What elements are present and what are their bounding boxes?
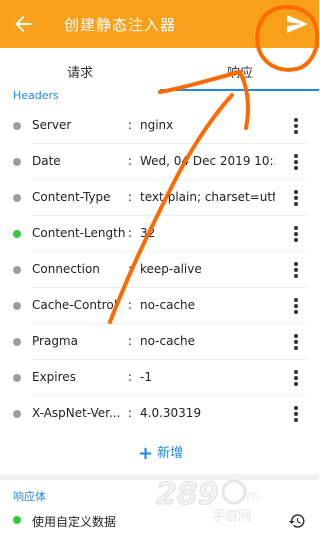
status-dot	[13, 266, 21, 274]
header-name: Server	[32, 118, 72, 132]
body-section-label: 响应体	[13, 490, 46, 503]
tab-indicator	[160, 89, 319, 91]
header-name: Cache-Control	[32, 298, 118, 312]
header-separator: :	[128, 118, 133, 132]
more-vert-icon[interactable]	[290, 225, 302, 243]
more-vert-icon[interactable]	[290, 153, 302, 171]
status-dot	[13, 230, 21, 238]
header-name: Expires	[32, 370, 76, 384]
more-vert-icon[interactable]	[290, 117, 302, 135]
tab-request[interactable]: 请求	[0, 62, 160, 81]
status-dot	[13, 374, 21, 382]
header-value: Wed, 04 Dec 2019 10:3...	[140, 154, 275, 168]
header-row[interactable]: Server : nginx	[0, 108, 319, 144]
header-name: Date	[32, 154, 61, 168]
tab-bar: 请求 响应	[0, 48, 319, 92]
header-separator: :	[128, 406, 133, 420]
restore-icon[interactable]	[288, 512, 306, 530]
status-dot	[13, 122, 21, 130]
more-vert-icon[interactable]	[290, 261, 302, 279]
send-icon[interactable]	[285, 12, 309, 36]
header-name: Pragma	[32, 334, 78, 348]
header-row[interactable]: Content-Type : text/plain; charset=utf-8	[0, 180, 319, 216]
header-value: 4.0.30319	[140, 406, 202, 420]
header-name: Content-Length	[32, 226, 126, 240]
header-separator: :	[128, 298, 133, 312]
header-row[interactable]: Cache-Control : no-cache	[0, 288, 319, 324]
header-value: no-cache	[140, 298, 196, 312]
header-row[interactable]: Connection : keep-alive	[0, 252, 319, 288]
header-name: Connection	[32, 262, 100, 276]
app-bar: 创建静态注入器	[0, 0, 319, 48]
plus-icon: +	[138, 443, 154, 464]
more-vert-icon[interactable]	[290, 405, 302, 423]
header-row[interactable]: Date : Wed, 04 Dec 2019 10:3...	[0, 144, 319, 180]
header-separator: :	[128, 370, 133, 384]
header-name: Content-Type	[32, 190, 111, 204]
more-vert-icon[interactable]	[290, 369, 302, 387]
header-separator: :	[128, 334, 133, 348]
more-vert-icon[interactable]	[290, 333, 302, 351]
header-separator: :	[128, 190, 133, 204]
body-option-row[interactable]: 使用自定义数据	[0, 508, 319, 534]
status-dot	[13, 516, 21, 524]
status-dot	[13, 194, 21, 202]
more-vert-icon[interactable]	[290, 297, 302, 315]
back-arrow-icon[interactable]	[10, 12, 36, 36]
header-row[interactable]: X-AspNet-Ver... : 4.0.30319	[0, 396, 319, 432]
status-dot	[13, 410, 21, 418]
status-dot	[13, 338, 21, 346]
svg-text:m: m	[246, 488, 260, 504]
status-dot	[13, 158, 21, 166]
page-title: 创建静态注入器	[64, 16, 177, 34]
status-dot	[13, 302, 21, 310]
header-value: text/plain; charset=utf-8	[140, 190, 275, 204]
header-value: 32	[140, 226, 156, 240]
body-option-label: 使用自定义数据	[32, 515, 117, 529]
header-separator: :	[128, 226, 133, 240]
header-row[interactable]: Pragma : no-cache	[0, 324, 319, 360]
tab-response[interactable]: 响应	[160, 62, 320, 81]
header-value: no-cache	[140, 334, 196, 348]
header-separator: :	[128, 262, 133, 276]
more-vert-icon[interactable]	[290, 189, 302, 207]
header-value: -1	[140, 370, 152, 384]
header-separator: :	[128, 154, 133, 168]
svg-text:289: 289	[156, 477, 219, 512]
header-row[interactable]: Expires : -1	[0, 360, 319, 396]
add-header-label: 新增	[157, 446, 184, 461]
header-value: keep-alive	[140, 262, 202, 276]
header-value: nginx	[140, 118, 174, 132]
headers-section-label: Headers	[13, 89, 59, 102]
header-name: X-AspNet-Ver...	[32, 406, 121, 420]
add-header-button[interactable]: + 新增	[138, 442, 183, 464]
header-row[interactable]: Content-Length : 32	[0, 216, 319, 252]
